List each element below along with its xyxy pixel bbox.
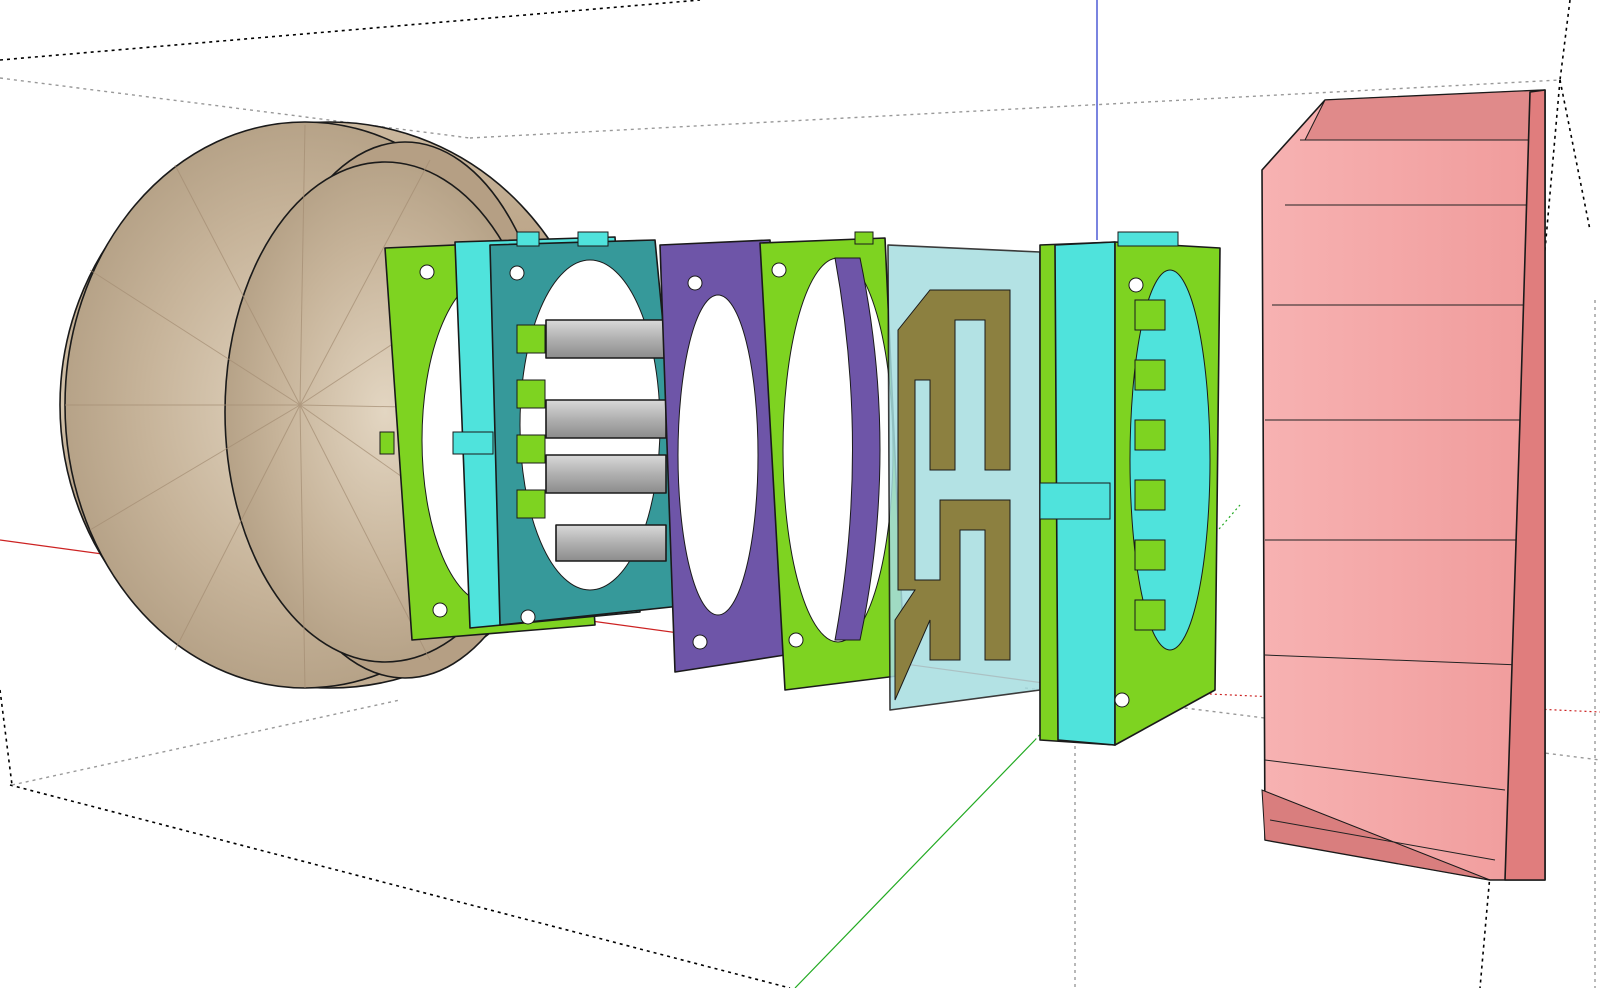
green-frame-2[interactable]: [759, 231, 906, 691]
glass-coil-plate[interactable]: [887, 244, 1041, 711]
3d-model-viewport[interactable]: [0, 0, 1600, 988]
pink-rotor[interactable]: [1261, 89, 1546, 881]
right-frame-assembly[interactable]: [1039, 231, 1221, 746]
green-axis: [794, 739, 1036, 988]
